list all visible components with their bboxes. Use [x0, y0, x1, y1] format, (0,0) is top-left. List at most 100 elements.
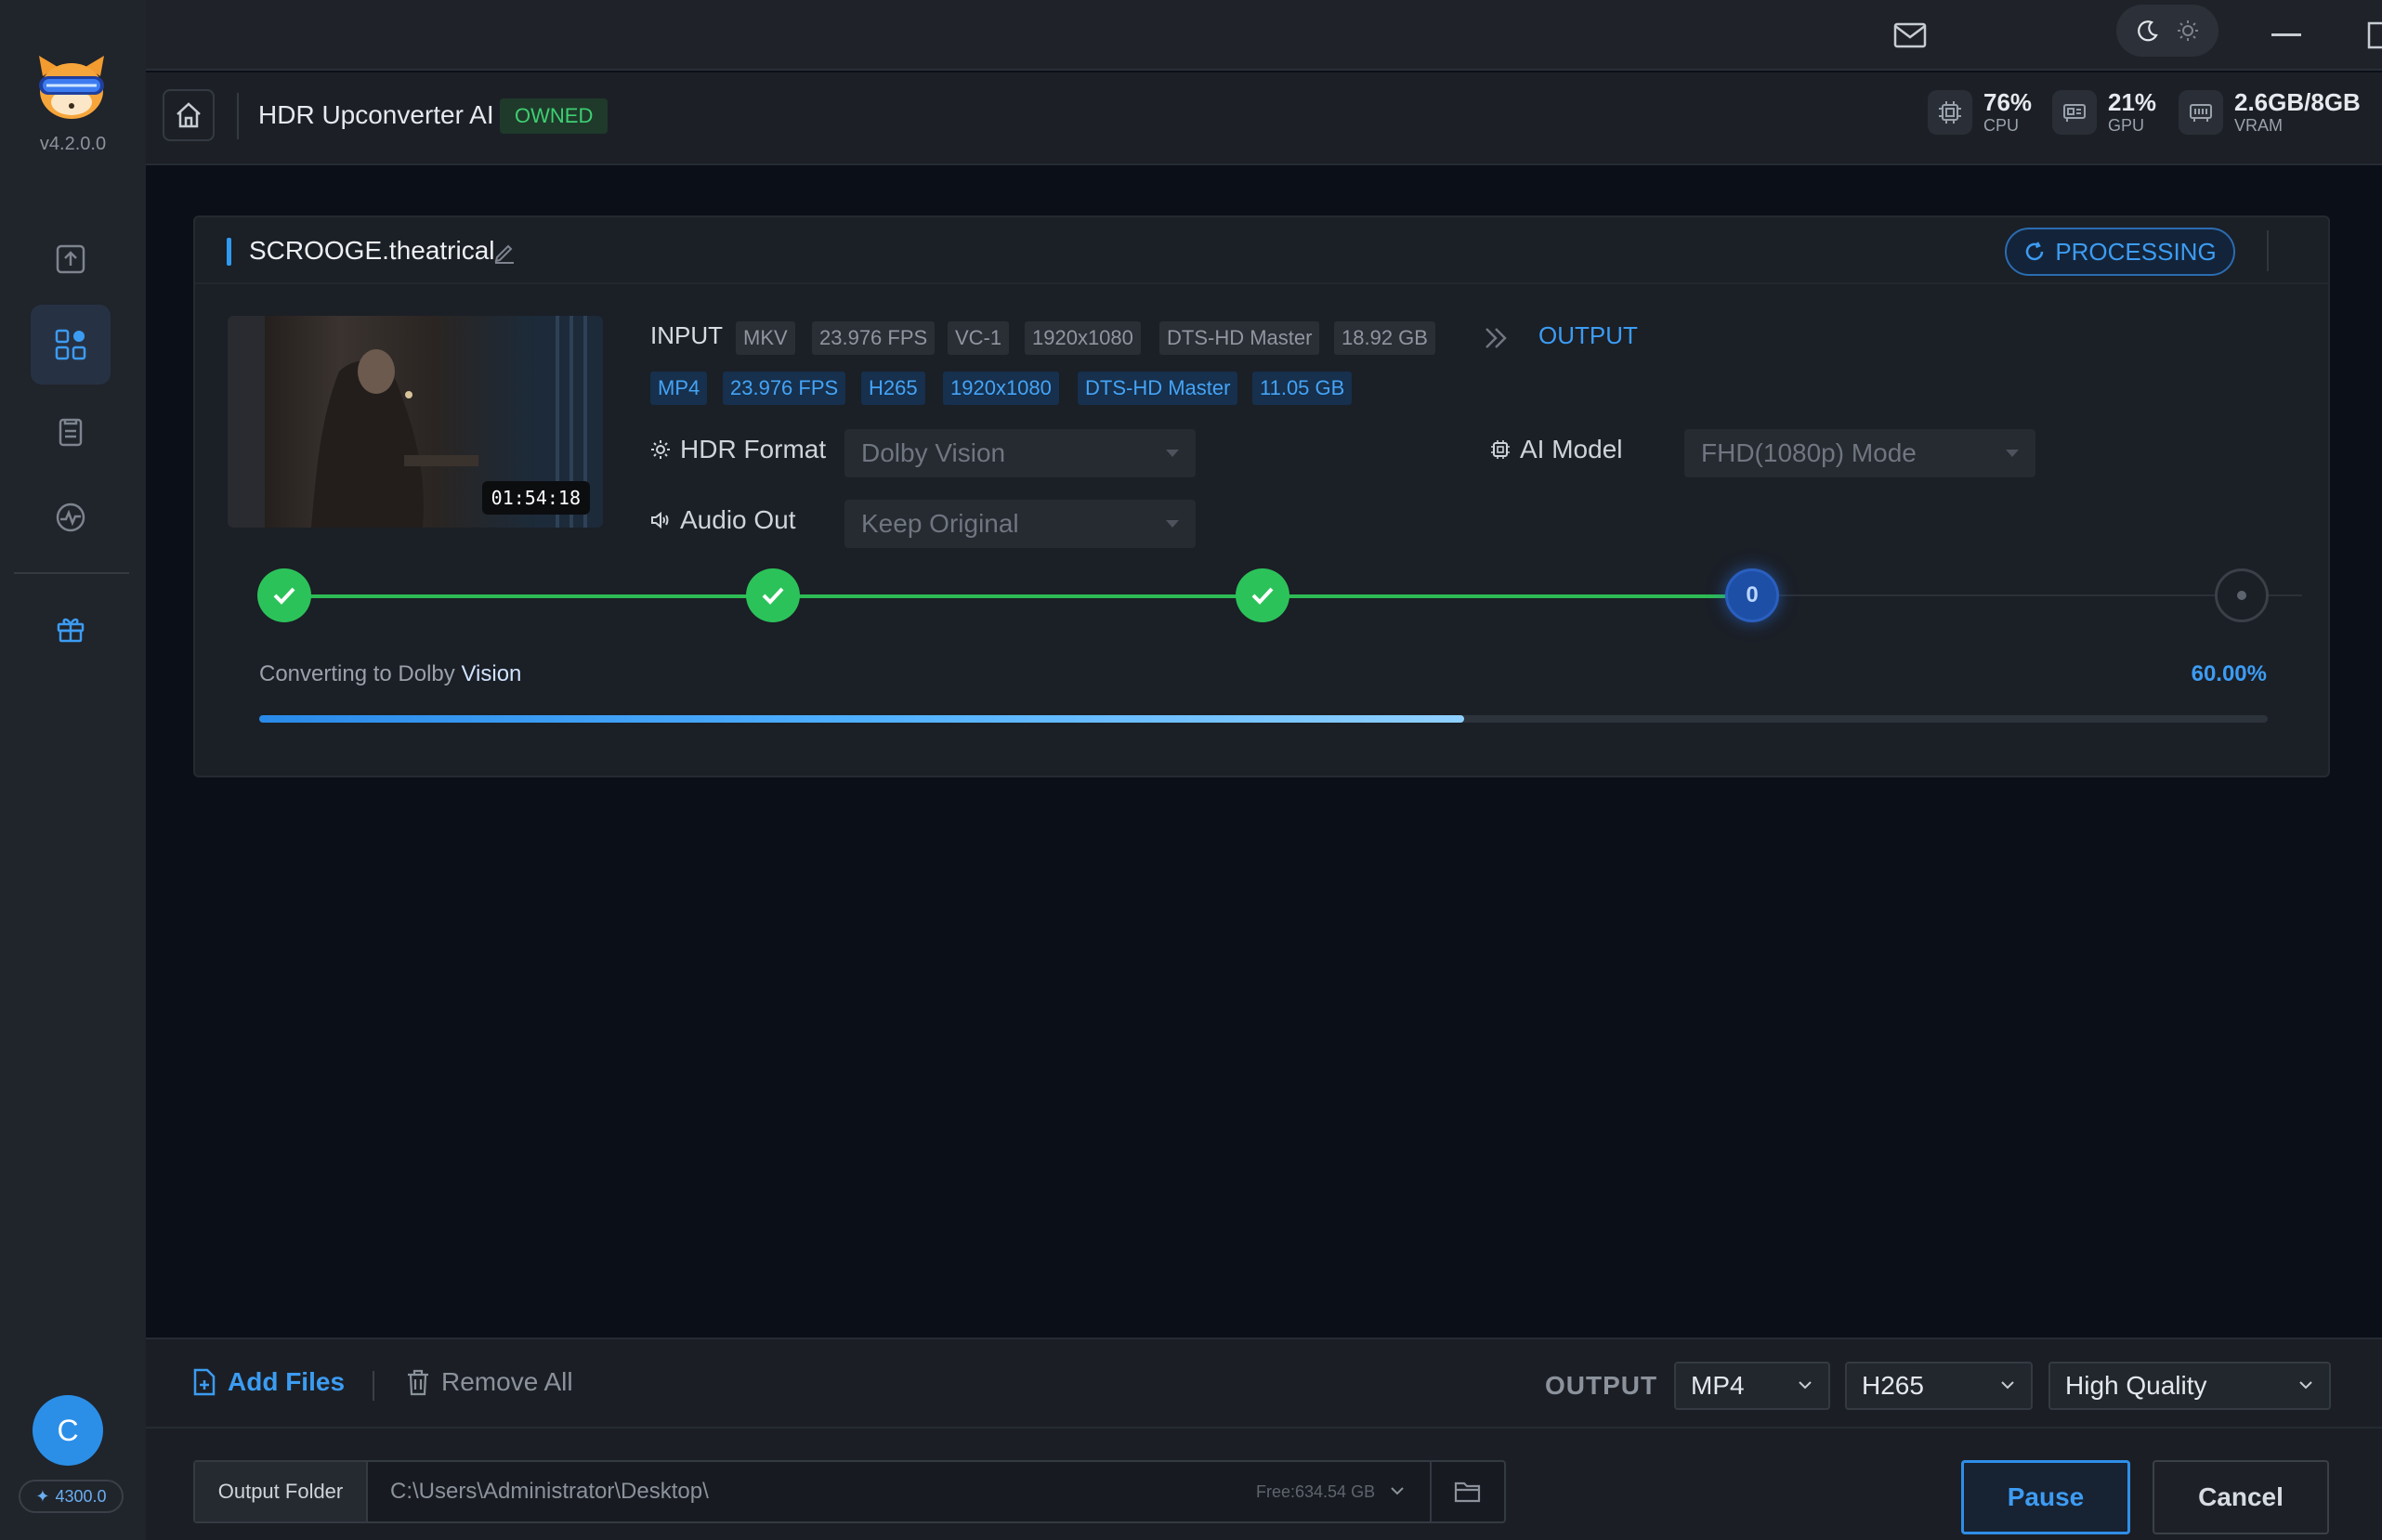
step-1-done [257, 568, 311, 622]
output-chip-resolution: 1920x1080 [943, 372, 1059, 405]
ai-model-value: FHD(1080p) Mode [1701, 438, 1917, 467]
gift-icon [57, 618, 85, 643]
audio-out-select[interactable]: Keep Original [844, 500, 1196, 548]
upload-icon [56, 244, 85, 274]
video-thumbnail[interactable]: 01:54:18 [228, 316, 603, 528]
step-dot [2237, 591, 2246, 600]
output-label: OUTPUT [1538, 321, 1638, 349]
app-logo [33, 48, 110, 124]
sidebar-item-gift[interactable] [31, 589, 111, 669]
folder-icon [1454, 1481, 1481, 1503]
progress-status-highlight: Vision [461, 661, 522, 686]
caret-down-icon [1166, 520, 1179, 528]
input-chip-codec: VC-1 [948, 321, 1010, 355]
add-file-icon [193, 1368, 216, 1396]
bottom-panel: Add Files Remove All OUTPUT MP4 H265 Hig… [146, 1338, 2382, 1540]
status-badge: PROCESSING [2005, 228, 2235, 276]
output-folder-label: Output Folder [195, 1462, 368, 1521]
cancel-button[interactable]: Cancel [2153, 1460, 2329, 1534]
pause-button[interactable]: Pause [1961, 1460, 2130, 1534]
sidebar-divider [14, 572, 129, 574]
browse-folder-button[interactable] [1430, 1462, 1504, 1521]
progress-bar-fill [259, 715, 1465, 723]
input-label: INPUT [650, 321, 723, 349]
rename-button[interactable] [492, 240, 517, 268]
memory-icon [2179, 90, 2223, 135]
sun-icon[interactable] [2176, 19, 2200, 43]
theme-toggle[interactable] [2116, 5, 2218, 57]
video-duration: 01:54:18 [481, 481, 590, 515]
step-4-current: 0 [1725, 568, 1779, 622]
gpu-value: 21% [2108, 88, 2157, 116]
check-icon [273, 587, 295, 605]
user-avatar[interactable]: C [33, 1395, 103, 1466]
mail-button[interactable] [1884, 13, 1936, 58]
maximize-button[interactable] [2355, 13, 2382, 58]
ai-model-select[interactable]: FHD(1080p) Mode [1684, 429, 2035, 477]
format-value: MP4 [1691, 1371, 1745, 1400]
sidebar-item-dashboard[interactable] [31, 305, 111, 385]
quality-dropdown[interactable]: High Quality [2048, 1362, 2331, 1410]
accent-bar [227, 238, 231, 266]
app-header: HDR Upconverter AI OWNED 76% CPU 21% GPU… [146, 72, 2382, 165]
codec-dropdown[interactable]: H265 [1845, 1362, 2033, 1410]
moon-icon[interactable] [2136, 19, 2160, 43]
output-chip-codec: H265 [861, 372, 925, 405]
app-version: v4.2.0.0 [39, 134, 107, 154]
cpu-stat: 76% CPU [1928, 89, 2032, 136]
check-icon [762, 587, 784, 605]
chip-icon [1491, 440, 1510, 459]
sidebar-item-upload[interactable] [31, 219, 111, 299]
gpu-icon [2052, 90, 2097, 135]
step-5-pending [2215, 568, 2269, 622]
credits-badge[interactable]: ✦ 4300.0 [19, 1480, 124, 1513]
window-titlebar [146, 0, 2382, 71]
task-card: SCROOGE.theatrical PROCESSING 01:54:18 I… [193, 215, 2330, 777]
output-folder-path[interactable]: C:\Users\Administrator\Desktop\ [390, 1462, 709, 1521]
remove-all-label: Remove All [441, 1367, 573, 1396]
step-3-done [1236, 568, 1289, 622]
free-space: Free:634.54 GB [1256, 1482, 1376, 1501]
header-divider [237, 93, 239, 139]
trash-icon [408, 1369, 428, 1396]
home-button[interactable] [163, 89, 215, 141]
file-name: SCROOGE.theatrical [249, 236, 495, 265]
add-files-button[interactable]: Add Files [192, 1367, 345, 1397]
input-chip-fps: 23.976 FPS [812, 321, 936, 355]
home-icon [177, 102, 201, 128]
output-folder-field[interactable]: Output Folder C:\Users\Administrator\Des… [193, 1460, 1506, 1523]
remove-all-button[interactable]: Remove All [406, 1367, 573, 1397]
task-card-header: SCROOGE.theatrical PROCESSING [195, 217, 2328, 284]
vram-label: VRAM [2234, 116, 2284, 135]
activity-icon [56, 502, 85, 532]
hdr-format-select[interactable]: Dolby Vision [844, 429, 1196, 477]
cpu-label: CPU [1983, 116, 2020, 135]
caret-down-icon [2006, 450, 2019, 457]
minimize-button[interactable] [2260, 13, 2312, 58]
credits-value: 4300.0 [55, 1486, 107, 1506]
sidebar-item-tasks[interactable] [31, 392, 111, 472]
chevron-down-icon[interactable] [1389, 1482, 1406, 1499]
chevron-down-icon [1799, 1381, 1812, 1390]
minimize-icon [2271, 33, 2301, 36]
progress-status-prefix: Converting to Dolby [259, 661, 462, 686]
input-chip-container: MKV [736, 321, 795, 355]
cpu-icon [1928, 90, 1972, 135]
chevron-down-icon [2299, 1381, 2312, 1390]
progress-bar [259, 715, 2268, 723]
vram-stat: 2.6GB/8GB VRAM [2179, 89, 2361, 136]
gpu-stat: 21% GPU [2052, 89, 2156, 136]
progress-percent: 60.00% [2191, 661, 2267, 686]
input-chip-audio: DTS-HD Master [1159, 321, 1320, 355]
progress-status-text: Converting to Dolby Vision [259, 661, 521, 687]
quality-value: High Quality [2065, 1371, 2207, 1400]
speaker-icon [651, 511, 669, 529]
add-files-label: Add Files [228, 1367, 346, 1396]
sidebar: v4.2.0.0 C ✦ 4300.0 [0, 0, 146, 1540]
hdr-format-label-text: HDR Format [680, 435, 827, 463]
output-chip-size: 11.05 GB [1252, 372, 1353, 405]
format-dropdown[interactable]: MP4 [1674, 1362, 1830, 1410]
hdr-format-label: HDR Format [650, 435, 826, 464]
sidebar-item-monitor[interactable] [31, 477, 111, 557]
input-chip-resolution: 1920x1080 [1025, 321, 1141, 355]
